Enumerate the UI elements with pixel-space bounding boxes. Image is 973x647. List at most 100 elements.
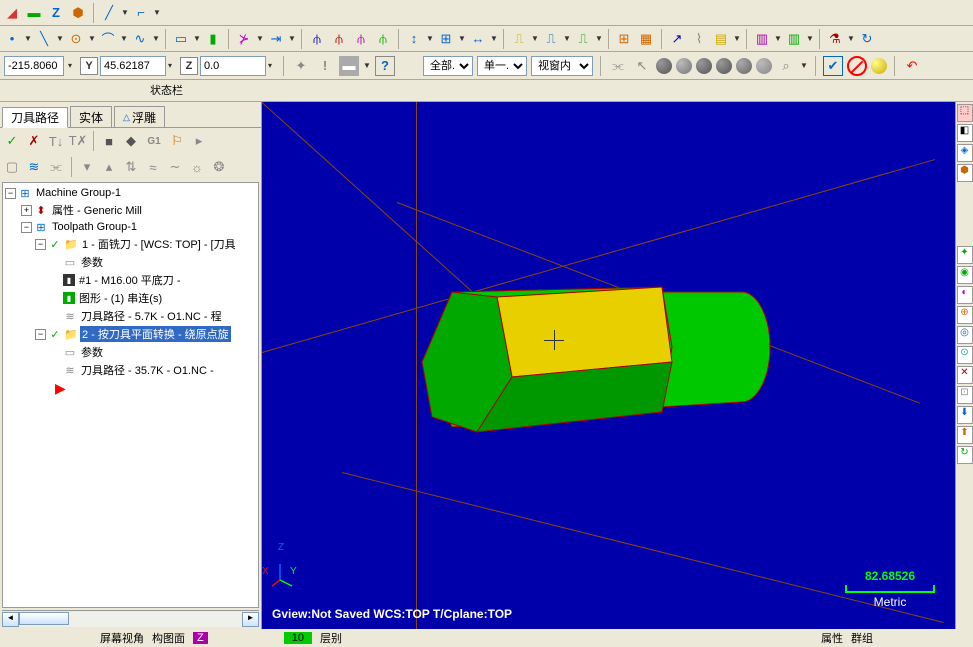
tree-label[interactable]: 图形 - (1) 串连(s)	[77, 290, 164, 306]
rs-btn-2[interactable]: ◧	[957, 124, 973, 142]
dropdown-arrow-icon[interactable]: ▾	[168, 61, 176, 70]
pt-tilde-icon[interactable]: ∼	[165, 157, 185, 177]
tool-line2-icon[interactable]: ⌐	[131, 3, 151, 23]
tool-trim-icon[interactable]: ⊁	[234, 29, 254, 49]
dropdown-arrow-icon[interactable]: ▼	[458, 34, 466, 43]
pt-waves-icon[interactable]: ≋	[24, 157, 44, 177]
z-label-button[interactable]: Z	[180, 57, 198, 75]
dropdown-arrow-icon[interactable]: ▼	[363, 61, 371, 70]
rs-btn-12[interactable]: ⊡	[957, 386, 973, 404]
rs-btn-3[interactable]: ◈	[957, 144, 973, 162]
tool-arrow-icon[interactable]: ↗	[667, 29, 687, 49]
pt-flag-icon[interactable]: ⚐	[167, 131, 187, 151]
sphere-2-icon[interactable]	[676, 58, 692, 74]
tool-grid1-icon[interactable]: ⊞	[614, 29, 634, 49]
sphere-4-icon[interactable]	[716, 58, 732, 74]
x-input[interactable]	[4, 56, 64, 76]
check-icon[interactable]: ✔	[823, 56, 843, 76]
tool-fillet-icon[interactable]: ⌒	[98, 29, 118, 49]
tool-line1-icon[interactable]: ╱	[99, 3, 119, 23]
tree-label[interactable]: Toolpath Group-1	[50, 221, 139, 233]
tool-group-icon[interactable]: ⊞	[436, 29, 456, 49]
tree-op1-geom[interactable]: ▮ 图形 - (1) 串连(s)	[5, 289, 256, 307]
dropdown-arrow-icon[interactable]: ▼	[490, 34, 498, 43]
tool-grid2-icon[interactable]: ▦	[636, 29, 656, 49]
pt-stop-icon[interactable]: ■	[99, 131, 119, 151]
rs-btn-5[interactable]: ✦	[957, 246, 973, 264]
dropdown-arrow-icon[interactable]: ▼	[153, 8, 161, 17]
tree-label[interactable]: 刀具路径 - 35.7K - O1.NC -	[79, 362, 216, 378]
tool-arc-icon[interactable]: ⊙	[66, 29, 86, 49]
pt-box-icon[interactable]: ▢	[2, 157, 22, 177]
tool-z-icon[interactable]: Z	[46, 3, 66, 23]
tree-properties[interactable]: + ⬍ 属性 - Generic Mill	[5, 201, 256, 219]
tool-refresh-icon[interactable]: ↻	[857, 29, 877, 49]
tool-rect-icon[interactable]: ▭	[171, 29, 191, 49]
bottom-view-label[interactable]: 屏幕视角	[100, 630, 144, 646]
z-input[interactable]	[200, 56, 266, 76]
tool-path1-icon[interactable]: ⎍	[541, 29, 561, 49]
pt-t2-icon[interactable]: T✗	[68, 131, 88, 151]
dropdown-arrow-icon[interactable]: ▼	[88, 34, 96, 43]
tree-label[interactable]: 参数	[79, 344, 105, 360]
dropdown-arrow-icon[interactable]: ▼	[806, 34, 814, 43]
cancel-icon[interactable]	[847, 56, 867, 76]
rs-btn-7[interactable]: ◐	[957, 286, 973, 304]
pt-chain-icon[interactable]: ⫘	[46, 157, 66, 177]
rs-btn-10[interactable]: ⊙	[957, 346, 973, 364]
filter-all-combo[interactable]: 全部...	[423, 56, 473, 76]
sphere-5-icon[interactable]	[736, 58, 752, 74]
rs-btn-8[interactable]: ⊕	[957, 306, 973, 324]
tool-m1-icon[interactable]: ⫛	[307, 29, 327, 49]
tool-line-icon[interactable]: ╲	[34, 29, 54, 49]
bottom-group-label[interactable]: 群组	[851, 630, 873, 646]
pt-play-icon[interactable]: ◆	[121, 131, 141, 151]
tool-m4-icon[interactable]: ⫛	[373, 29, 393, 49]
rs-btn-1[interactable]: ⬚	[957, 104, 973, 122]
rs-btn-15[interactable]: ↻	[957, 446, 973, 464]
tree-op1-param[interactable]: ▭ 参数	[5, 253, 256, 271]
tree-label-selected[interactable]: 2 - 按刀具平面转换 - 绕原点旋	[80, 326, 231, 342]
chain-icon[interactable]: ⫘	[608, 56, 628, 76]
3d-viewport[interactable]: Z X Y Gview:Not Saved WCS:TOP T/Cplane:T…	[262, 102, 955, 629]
rs-btn-13[interactable]: ⬇	[957, 406, 973, 424]
pt-down-icon[interactable]: ▾	[77, 157, 97, 177]
tree-label[interactable]: 属性 - Generic Mill	[50, 202, 144, 218]
rs-btn-6[interactable]: ◉	[957, 266, 973, 284]
scroll-track[interactable]	[19, 612, 242, 627]
scroll-right-button[interactable]: ►	[242, 612, 259, 627]
tool-path2-icon[interactable]: ⎍	[573, 29, 593, 49]
tab-solid[interactable]: 实体	[70, 106, 112, 127]
tree-label[interactable]: 1 - 面铣刀 - [WCS: TOP] - [刀具	[80, 236, 238, 252]
scroll-thumb[interactable]	[19, 612, 69, 625]
tool-p1-icon[interactable]: ▥	[752, 29, 772, 49]
help-icon[interactable]: ?	[375, 56, 395, 76]
dropdown-arrow-icon[interactable]: ▼	[256, 34, 264, 43]
dropdown-arrow-icon[interactable]: ▼	[24, 34, 32, 43]
filter-window-combo[interactable]: 视窗内	[531, 56, 593, 76]
collapse-icon[interactable]: −	[5, 188, 16, 199]
tool-yellow-icon[interactable]: ⎍	[509, 29, 529, 49]
sphere-3-icon[interactable]	[696, 58, 712, 74]
dropdown-arrow-icon[interactable]: ▼	[800, 61, 808, 70]
tool-note-icon[interactable]: ▤	[711, 29, 731, 49]
tree-label[interactable]: #1 - M16.00 平底刀 -	[77, 272, 182, 288]
dropdown-arrow-icon[interactable]: ▼	[426, 34, 434, 43]
filter-single-combo[interactable]: 单一...	[477, 56, 527, 76]
rs-btn-4[interactable]: ⬢	[957, 164, 973, 182]
undo-icon[interactable]: ↶	[902, 56, 922, 76]
cursor-icon[interactable]: ↖	[632, 56, 652, 76]
pt-gear1-icon[interactable]: ☼	[187, 157, 207, 177]
pt-gear2-icon[interactable]: ❂	[209, 157, 229, 177]
tree-label[interactable]: Machine Group-1	[34, 187, 123, 199]
tool-solid-icon[interactable]: ▮	[203, 29, 223, 49]
rs-btn-14[interactable]: ⬆	[957, 426, 973, 444]
tool-clip-icon[interactable]: ⌇	[689, 29, 709, 49]
magnify-icon[interactable]: ⌕	[776, 56, 796, 76]
pt-wave2-icon[interactable]: ≈	[143, 157, 163, 177]
sphere-1-icon[interactable]	[656, 58, 672, 74]
sphere-6-icon[interactable]	[756, 58, 772, 74]
dropdown-arrow-icon[interactable]: ▼	[847, 34, 855, 43]
collapse-icon[interactable]: −	[21, 222, 32, 233]
dropdown-arrow-icon[interactable]: ▼	[193, 34, 201, 43]
